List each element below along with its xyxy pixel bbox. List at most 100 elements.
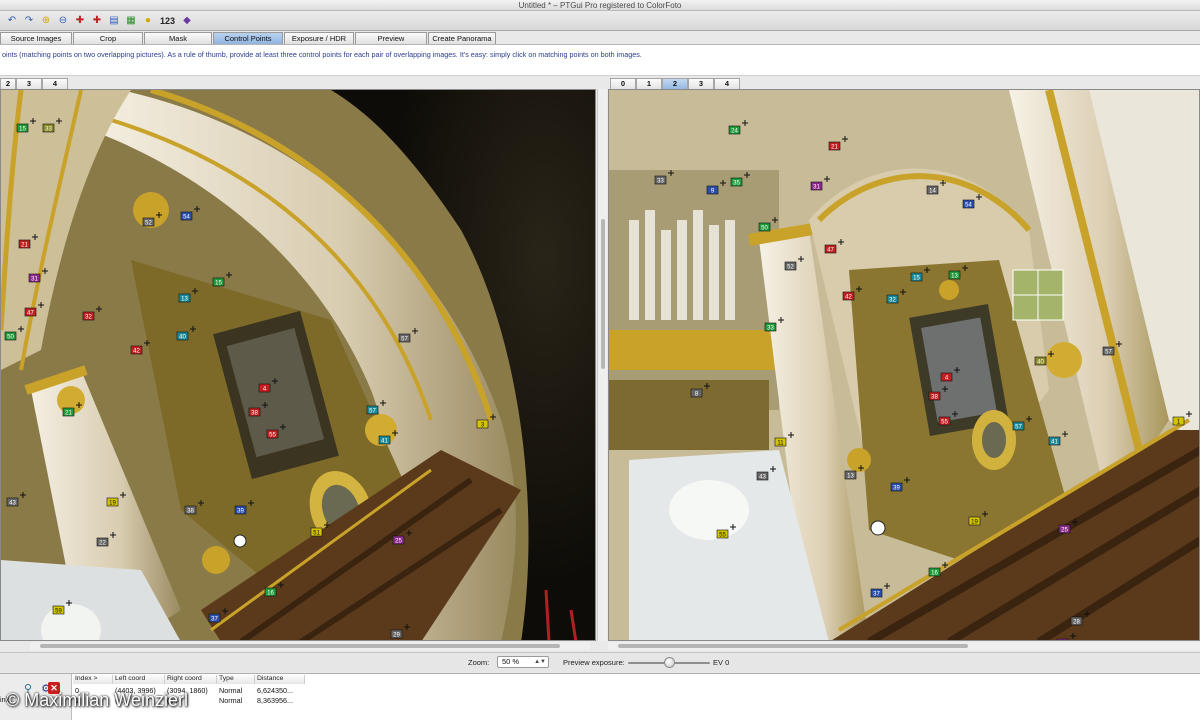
control-point-label: 15	[19, 127, 26, 133]
number-label[interactable]: 123	[157, 16, 178, 26]
control-point-label: 13	[847, 474, 854, 480]
control-point-label: 47	[27, 311, 34, 317]
info-text: oints (matching points on two overlappin…	[2, 50, 642, 59]
tab-preview[interactable]: Preview	[355, 32, 427, 44]
cp-left-icon[interactable]: ✚	[72, 13, 88, 29]
control-point-label: 31	[31, 277, 38, 283]
cp-right-icon[interactable]: ✚	[89, 13, 105, 29]
left-horizontal-scrollbar[interactable]	[30, 642, 590, 650]
control-point-label: 19	[971, 520, 978, 526]
control-point-label: 19	[109, 501, 116, 507]
control-point-label: 54	[965, 203, 972, 209]
redo-icon[interactable]: ↷	[21, 13, 37, 29]
control-point-label: 57	[369, 409, 376, 415]
control-point-label: 32	[85, 315, 92, 321]
left-baroque-image: 15 332131505247541513324240 57438555741213…	[1, 90, 595, 640]
chevron-down-icon: ▲▼	[534, 659, 546, 665]
info-panel: oints (matching points on two overlappin…	[0, 44, 1200, 76]
control-point-label: 55	[941, 420, 948, 426]
control-point-label: 21	[21, 243, 28, 249]
control-point-label: 41	[1051, 440, 1058, 446]
bulb-icon[interactable]: ●	[140, 13, 156, 29]
right-image-pane[interactable]: 24 21 33 9 35 31 14 54 50 47 52 15 13 42 32 40 57 33 8 4 38 5…	[608, 89, 1200, 641]
control-point-label: 37	[873, 592, 880, 598]
undo-icon[interactable]: ↶	[4, 13, 20, 29]
grid-icon[interactable]: ▦	[123, 13, 139, 29]
control-point-label: 21	[65, 411, 72, 417]
control-point-label: 54	[183, 215, 190, 221]
title-bar: Untitled * – PTGui Pro registered to Col…	[0, 0, 1200, 11]
control-point-label: 39	[893, 486, 900, 492]
control-point-label: 29	[393, 633, 400, 639]
left-image-tabs: 2 3 4	[0, 78, 68, 89]
tab-crop[interactable]: Crop	[73, 32, 143, 44]
control-point-label: 24	[731, 129, 738, 135]
control-point-label: 40	[179, 335, 186, 341]
control-point-label: 16	[931, 571, 938, 577]
control-point-label: 55	[719, 533, 726, 539]
header-right-coord[interactable]: Right coord	[165, 675, 217, 684]
control-point-label: 57	[401, 337, 408, 343]
preview-controls: Zoom: 50 % ▲▼ Preview exposure: EV 0	[0, 652, 1200, 672]
control-point-label: 59	[55, 609, 62, 615]
zoom-in-icon[interactable]: ⊕	[38, 13, 54, 29]
control-point-label: 55	[269, 433, 276, 439]
zoom-select[interactable]: 50 % ▲▼	[497, 656, 549, 668]
left-image-tab-3[interactable]: 3	[16, 78, 42, 89]
header-type[interactable]: Type	[217, 675, 255, 684]
control-point-label: 57	[1015, 425, 1022, 431]
right-image-tab-0[interactable]: 0	[610, 78, 636, 89]
control-point-label: 25	[395, 539, 402, 545]
zoom-value: 50 %	[502, 657, 520, 666]
zoom-label: Zoom:	[468, 658, 490, 667]
cube-icon[interactable]: ◆	[179, 13, 195, 29]
tab-exposure-hdr[interactable]: Exposure / HDR	[284, 32, 354, 44]
header-index[interactable]: Index >	[73, 675, 113, 684]
preview-exposure-label: Preview exposure:	[563, 658, 625, 667]
tab-mask[interactable]: Mask	[144, 32, 212, 44]
right-scroll-thumb[interactable]	[618, 644, 968, 648]
control-point-label: 13	[951, 274, 958, 280]
control-point-label: 32	[889, 298, 896, 304]
control-point-label: 47	[827, 248, 834, 254]
control-point-label: 57	[1105, 350, 1112, 356]
exposure-slider-knob[interactable]	[664, 657, 675, 668]
left-image-pane[interactable]: 15 33 21 31 50 52 47 54 15 13 32 42 40 57 4 38 55 57 41 21 3…	[0, 89, 596, 641]
control-point-label: 41	[381, 439, 388, 445]
left-image-tab-4[interactable]: 4	[42, 78, 68, 89]
left-scroll-thumb[interactable]	[40, 644, 560, 648]
zoom-out-icon[interactable]: ⊖	[55, 13, 71, 29]
control-point-label: 21	[831, 145, 838, 151]
ev-label: EV 0	[713, 658, 730, 667]
tab-control-points[interactable]: Control Points	[213, 32, 283, 44]
header-left-coord[interactable]: Left coord	[113, 675, 165, 684]
control-point-label: 43	[759, 475, 766, 481]
control-point-label: 42	[133, 349, 140, 355]
control-point-label: 35	[733, 181, 740, 187]
right-image-tab-4[interactable]: 4	[714, 78, 740, 89]
table-icon[interactable]: ▤	[106, 13, 122, 29]
right-image-tab-3[interactable]: 3	[688, 78, 714, 89]
control-point-label: 13	[181, 297, 188, 303]
header-distance[interactable]: Distance	[255, 675, 305, 684]
cell-type: Normal	[219, 686, 243, 695]
control-point-label: 38	[187, 509, 194, 515]
control-point-label: 50	[7, 335, 14, 341]
control-point-label: 50	[761, 226, 768, 232]
control-point-label: 40	[1037, 360, 1044, 366]
right-image-tab-1[interactable]: 1	[636, 78, 662, 89]
control-point-label: 52	[787, 265, 794, 271]
tab-create-panorama[interactable]: Create Panorama	[428, 32, 496, 44]
right-image-tab-2[interactable]: 2	[662, 78, 688, 89]
control-point-label: 16	[267, 591, 274, 597]
right-horizontal-scrollbar[interactable]	[608, 642, 1200, 650]
control-point-label: 33	[45, 127, 52, 133]
vertical-scroll-thumb[interactable]	[601, 219, 605, 369]
vertical-scrollbar[interactable]	[597, 89, 607, 641]
tab-source-images[interactable]: Source Images	[0, 32, 72, 44]
left-image-tab-2[interactable]: 2	[0, 78, 16, 89]
copyright-watermark: © Maximilian Weinzierl	[6, 690, 188, 710]
cell-type: Normal	[219, 696, 243, 705]
control-point-label: 25	[1061, 528, 1068, 534]
control-point-label: 38	[931, 395, 938, 401]
